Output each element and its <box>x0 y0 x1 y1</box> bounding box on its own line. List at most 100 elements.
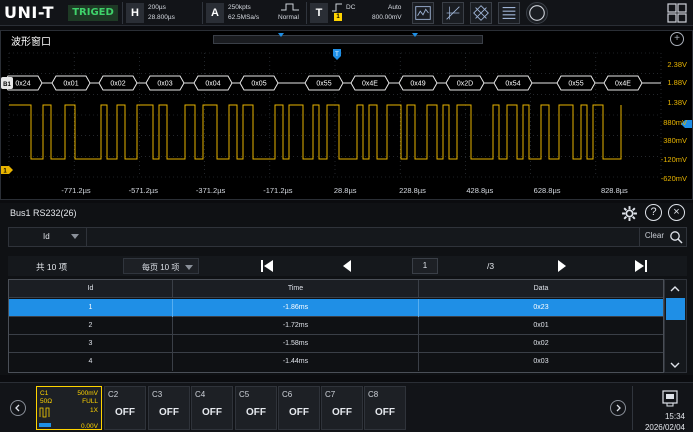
table-row[interactable]: 3 -1.58ms 0x02 <box>9 335 663 353</box>
search-field-select[interactable]: Id <box>9 228 87 246</box>
run-stop-icon[interactable] <box>526 2 548 24</box>
channel-4-card[interactable]: C4 OFF <box>191 386 233 430</box>
channel-2-card[interactable]: C2 OFF <box>104 386 146 430</box>
column-header-time[interactable]: Time <box>173 280 419 298</box>
table-header: Id Time Data <box>9 280 663 298</box>
column-header-data[interactable]: Data <box>419 280 663 298</box>
list-icon[interactable] <box>498 2 520 24</box>
channel-3-card[interactable]: C3 OFF <box>148 386 190 430</box>
trigger-mode-value[interactable]: Auto <box>388 4 401 12</box>
time-tick-label: 228.8µs <box>399 186 426 195</box>
channel-6-card[interactable]: C6 OFF <box>278 386 320 430</box>
timebase-value[interactable]: 200µs <box>148 4 166 12</box>
trigger-status-badge[interactable]: TRIGED <box>68 5 118 21</box>
search-icon[interactable] <box>669 230 683 244</box>
table-row[interactable]: 2 -1.72ms 0x01 <box>9 317 663 335</box>
app-grid-icon[interactable] <box>667 3 687 23</box>
cell-data: 0x03 <box>533 358 549 365</box>
total-pages-label: /3 <box>487 261 495 271</box>
sample-rate-value[interactable]: 62.5MSa/s <box>228 14 259 22</box>
waveform-plot[interactable]: T 0x24 0x01 0x02 0x03 0x04 0x05 0x55 0x4E 0x49 0x2… <box>1 47 693 201</box>
per-page-select[interactable]: 每页 10 项 <box>123 258 199 274</box>
horizontal-position-value[interactable]: 28.800µs <box>148 14 175 22</box>
per-page-value: 每页 10 项 <box>142 263 180 272</box>
bus-byte-label: 0x04 <box>205 81 220 88</box>
bus-decode-panel: Bus1 RS232(26) ? × Id Clear 共 10 项 每页 10… <box>0 203 693 375</box>
voltage-tick-label: 1.38V <box>667 98 687 107</box>
clock-date: 2026/02/04 <box>644 423 685 432</box>
channel-state: OFF <box>202 407 222 418</box>
next-page-icon[interactable] <box>554 259 570 273</box>
channel-7-card[interactable]: C7 OFF <box>321 386 363 430</box>
bus-byte-label: 0x03 <box>157 81 172 88</box>
clear-button[interactable]: Clear <box>645 231 664 240</box>
channel-8-card[interactable]: C8 OFF <box>364 386 406 430</box>
memory-depth-value[interactable]: 250kpts <box>228 4 251 12</box>
cell-time: -1.72ms <box>173 317 419 335</box>
channel-name: C4 <box>195 390 206 399</box>
bus-byte-label: 0x01 <box>63 81 78 88</box>
help-button[interactable]: ? <box>645 204 662 221</box>
table-scrollbar[interactable] <box>664 279 687 373</box>
total-items-label: 共 10 项 <box>36 262 68 272</box>
cell-time: -1.86ms <box>173 299 419 317</box>
channel-name: C5 <box>239 390 250 399</box>
trigger-menu-button[interactable]: T <box>310 3 328 23</box>
previous-page-icon[interactable] <box>339 259 355 273</box>
measure-icon[interactable] <box>412 2 434 24</box>
divider <box>122 2 123 24</box>
divider <box>306 2 307 24</box>
acquire-mode-value[interactable]: Normal <box>278 14 299 22</box>
channel-1-impedance: 50Ω <box>40 398 53 405</box>
trigger-level-value[interactable]: 800.00mV <box>372 14 402 22</box>
scroll-right-button[interactable] <box>610 400 626 416</box>
clock-area[interactable]: 15:34 2026/02/04 <box>635 387 687 432</box>
display-icon[interactable] <box>470 2 492 24</box>
table-row[interactable]: 1 -1.86ms 0x23 <box>9 299 663 317</box>
acquire-menu-button[interactable]: A <box>206 3 224 23</box>
horizontal-menu-button[interactable]: H <box>126 3 144 23</box>
search-bar: Id Clear <box>8 227 687 247</box>
trigger-coupling-value[interactable]: DC <box>346 4 355 12</box>
divider <box>202 2 203 24</box>
cell-data: 0x02 <box>533 340 549 347</box>
close-panel-button[interactable]: × <box>668 204 685 221</box>
cursor-icon[interactable] <box>442 2 464 24</box>
search-input[interactable] <box>89 228 637 246</box>
bus-byte-label: 0x54 <box>505 81 520 88</box>
chevron-up-icon[interactable] <box>670 284 680 294</box>
scroll-left-button[interactable] <box>10 400 26 416</box>
last-page-icon[interactable] <box>633 259 649 273</box>
channel-1-trace <box>9 104 622 160</box>
waveform-window[interactable]: 波形窗口 + T 0x24 0x01 0x02 0x03 0x04 0x05 0x55 0x4E… <box>0 30 693 200</box>
channel-5-card[interactable]: C5 OFF <box>235 386 277 430</box>
channel-state: OFF <box>115 407 135 418</box>
first-page-icon[interactable] <box>259 259 275 273</box>
column-header-id[interactable]: Id <box>9 280 173 298</box>
scrollbar-thumb[interactable] <box>666 298 685 320</box>
brand-logo: UNI-T <box>4 3 55 22</box>
voltage-tick-label: -120mV <box>661 155 687 164</box>
channel-state: OFF <box>289 407 309 418</box>
bus-byte-label: 0x49 <box>410 81 425 88</box>
memory-position-strip[interactable] <box>213 33 483 44</box>
time-tick-label: -571.2µs <box>129 186 159 195</box>
table-row[interactable]: 4 -1.44ms 0x03 <box>9 353 663 371</box>
chevron-down-icon[interactable] <box>670 360 680 370</box>
channel-name: C3 <box>152 390 163 399</box>
zoom-in-button[interactable]: + <box>670 32 684 46</box>
channel-1-probe: 1X <box>90 407 98 414</box>
trigger-marker-label: T <box>335 52 339 58</box>
channel-state: OFF <box>159 407 179 418</box>
ac-coupling-icon <box>39 407 50 418</box>
channel-name: C2 <box>108 390 119 399</box>
channel-1-card[interactable]: C1 500mV 50Ω FULL 1X 0.00V <box>36 386 102 430</box>
bus-channel-label: B1 <box>3 82 11 88</box>
time-tick-label: -771.2µs <box>61 186 91 195</box>
channel-state: OFF <box>375 407 395 418</box>
page-number-input[interactable]: 1 <box>412 258 438 274</box>
waveform-window-title: 波形窗口 <box>11 37 51 48</box>
clock-time: 15:34 <box>664 412 685 421</box>
gear-icon[interactable] <box>621 205 638 222</box>
voltage-tick-label: 1.88V <box>667 78 687 87</box>
